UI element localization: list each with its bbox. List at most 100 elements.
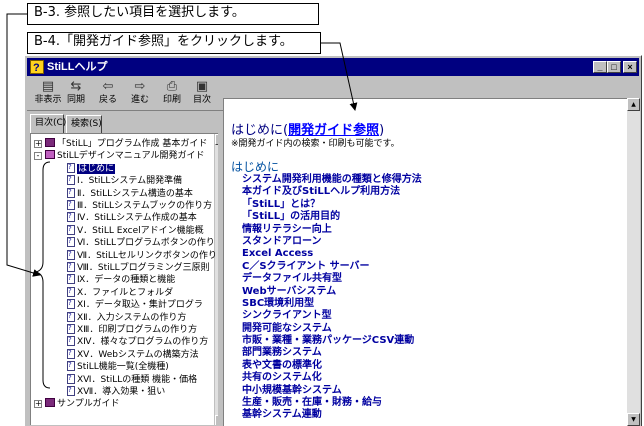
help-page-icon: [67, 175, 75, 186]
forward-arrow-icon: ⇨: [134, 79, 146, 94]
print-button[interactable]: ⎙ 印刷: [155, 80, 189, 110]
content-scroll-up-arrow-icon[interactable]: ▲: [627, 98, 640, 111]
topic-link[interactable]: 本ガイド及びStiLLヘルプ利用方法: [242, 186, 422, 198]
scroll-up-arrow-icon[interactable]: ▲: [215, 134, 218, 145]
content-pane: はじめに(開発ガイド参照) ※開発ガイド内の検索・印刷も可能です。 はじめに シ…: [223, 98, 627, 426]
contents-button[interactable]: ▣ 目次: [185, 80, 219, 110]
topic-link[interactable]: シンクライアント型: [242, 310, 422, 322]
back-label: 戻る: [98, 95, 117, 105]
sync-icon: ⇆: [70, 79, 82, 94]
tree-item-label: Ⅸ．データの種類と機能: [77, 275, 176, 286]
tree-item-label: Ⅷ．StiLLプログラミング三原則: [77, 263, 210, 273]
printer-icon: ⎙: [166, 79, 178, 94]
help-page-icon: [67, 224, 75, 235]
tree-item[interactable]: はじめに: [67, 162, 217, 175]
help-page-icon: [67, 311, 75, 322]
topic-link[interactable]: 共有のシステム化: [242, 372, 422, 384]
callout-step-4: B-4.「開発ガイド参照」をクリックします。: [27, 32, 321, 54]
tree-item[interactable]: ⅩⅣ．様々なプログラムの作り方: [67, 336, 217, 348]
help-page-icon: [67, 361, 75, 372]
topic-link[interactable]: データファイル共有型: [242, 273, 422, 285]
close-button[interactable]: ×: [623, 61, 637, 73]
contents-icon: ▣: [195, 79, 209, 94]
topic-link[interactable]: 「StiLL」とは？: [242, 199, 422, 211]
tree-item[interactable]: Ⅶ．StiLLセルリンクボタンの作り: [67, 249, 217, 262]
search-print-note: ※開発ガイド内の検索・印刷も可能です。: [231, 139, 400, 149]
tree-item[interactable]: Ⅳ．StiLLシステム作成の基本: [67, 212, 217, 224]
help-page-icon: [67, 200, 75, 210]
callout-step-3: B-3. 参照したい項目を選択します。: [27, 3, 319, 25]
sync-label: 同期: [66, 95, 85, 105]
collapse-icon[interactable]: -: [34, 152, 42, 161]
closed-book-icon: [45, 398, 55, 408]
tree-item[interactable]: Ⅴ．StiLL Excelアドイン機能概: [67, 224, 217, 237]
tree-item[interactable]: Ⅹ．ファイルとフォルダ: [67, 286, 217, 299]
tab-contents[interactable]: 目次(C): [30, 114, 66, 133]
help-page-icon: [67, 336, 75, 347]
tree-item[interactable]: StiLLデザインマニュアル開発ガイド: [45, 150, 215, 162]
help-page-icon: [67, 274, 75, 285]
topic-link[interactable]: 中小規模基幹システム: [242, 385, 422, 397]
topic-link[interactable]: 基幹システム連動: [242, 409, 422, 421]
tree-item-label: ⅩⅢ．印刷プログラムの作り方: [77, 325, 198, 335]
tree-item[interactable]: ⅩⅥ．StiLLの種類 機能・価格: [67, 373, 217, 386]
tab-search[interactable]: 検索(S): [66, 115, 102, 133]
topic-link[interactable]: Webサーバシステム: [242, 286, 422, 298]
sync-button[interactable]: ⇆ 同期: [59, 80, 93, 110]
help-page-icon: [67, 262, 75, 272]
minimize-button[interactable]: _: [593, 61, 607, 73]
tree-item-label: サンプルガイド: [57, 399, 120, 410]
tree-item[interactable]: Ⅲ．StiLLシステムブックの作り方: [67, 200, 217, 212]
topic-link[interactable]: SBC環境利用型: [242, 298, 422, 310]
expand-icon[interactable]: +: [34, 140, 42, 148]
forward-button[interactable]: ⇨ 進む: [123, 80, 157, 110]
tree-item[interactable]: 「StiLL」プログラム作成 基本ガイド: [45, 138, 215, 150]
contents-label: 目次: [192, 95, 211, 105]
topic-link[interactable]: 市販・業種・業務パッケージCSV連動: [242, 335, 422, 347]
help-page-icon: [67, 162, 75, 173]
tree-item[interactable]: サンプルガイド: [45, 398, 215, 410]
maximize-button[interactable]: □: [607, 61, 621, 73]
back-button[interactable]: ⇦ 戻る: [91, 80, 125, 110]
topic-link[interactable]: C／Sクライアント サーバー: [242, 261, 422, 273]
tree-item-label: Ⅹ．ファイルとフォルダ: [77, 287, 174, 298]
tree-item-label: 「StiLL」プログラム作成 基本ガイド: [57, 139, 208, 149]
tree-item[interactable]: Ⅱ．StiLLシステム構造の基本: [67, 187, 217, 200]
topic-link[interactable]: Excel Access: [242, 248, 422, 260]
tree-item[interactable]: StiLL機能一覧(全機種): [67, 361, 217, 373]
topic-link[interactable]: 表や文書の標準化: [242, 360, 422, 372]
topic-link[interactable]: システム開発利用機能の種類と修得方法: [242, 174, 422, 186]
topic-link[interactable]: 部門業務システム: [242, 347, 422, 359]
tree-item[interactable]: Ⅸ．データの種類と機能: [67, 274, 217, 286]
tree-item[interactable]: Ⅷ．StiLLプログラミング三原則: [67, 262, 217, 274]
scroll-down-arrow-icon[interactable]: ▼: [215, 415, 218, 425]
back-arrow-icon: ⇦: [102, 79, 114, 94]
topic-link[interactable]: 生産・販売・在庫・財務・給与: [242, 397, 422, 409]
help-window: StiLLヘルプ _ □ × ▤ 非表示 ⇆ 同期 ⇦ 戻る ⇨ 進む ⎙ 印刷…: [24, 55, 642, 426]
tree-item[interactable]: Ⅰ．StiLLシステム開発準備: [67, 175, 217, 187]
print-label: 印刷: [162, 95, 181, 105]
topic-link[interactable]: 情報リテラシー向上: [242, 224, 422, 236]
tree-item[interactable]: ⅩⅤ．Webシステムの構築方法: [67, 348, 217, 361]
tree-item-label: Ⅶ．StiLLセルリンクボタンの作り: [77, 250, 217, 261]
tree-item-label: Ⅵ．StiLLプログラムボタンの作り: [77, 238, 215, 249]
tree-item[interactable]: Ⅵ．StiLLプログラムボタンの作り: [67, 237, 217, 249]
topic-link[interactable]: 開発可能なシステム: [242, 323, 422, 335]
tree-item[interactable]: ⅩⅦ．導入効果・狙い: [67, 386, 217, 398]
forward-label: 進む: [130, 95, 149, 105]
tree-item-label: Ⅰ．StiLLシステム開発準備: [77, 176, 183, 187]
title-bar: StiLLヘルプ _ □ ×: [27, 58, 639, 77]
open-book-icon: [45, 150, 55, 160]
topic-link[interactable]: スタンドアローン: [242, 236, 422, 248]
window-title: StiLLヘルプ: [47, 61, 108, 73]
tree-item[interactable]: ⅩⅠ．データ取込・集計プログラ: [67, 299, 217, 311]
content-scroll-down-arrow-icon[interactable]: ▼: [627, 413, 640, 426]
expand-icon[interactable]: +: [34, 400, 42, 409]
help-app-icon: [30, 59, 44, 77]
topic-link[interactable]: 「StiLL」の活用目的: [242, 211, 422, 223]
content-scrollbar[interactable]: ▲ ▼: [627, 98, 640, 426]
tree-item[interactable]: ⅩⅢ．印刷プログラムの作り方: [67, 324, 217, 336]
tree-item-label: StiLLデザインマニュアル開発ガイド: [57, 151, 205, 162]
help-page-icon: [67, 373, 75, 384]
tree-item[interactable]: ⅩⅡ．入力システムの作り方: [67, 311, 217, 324]
